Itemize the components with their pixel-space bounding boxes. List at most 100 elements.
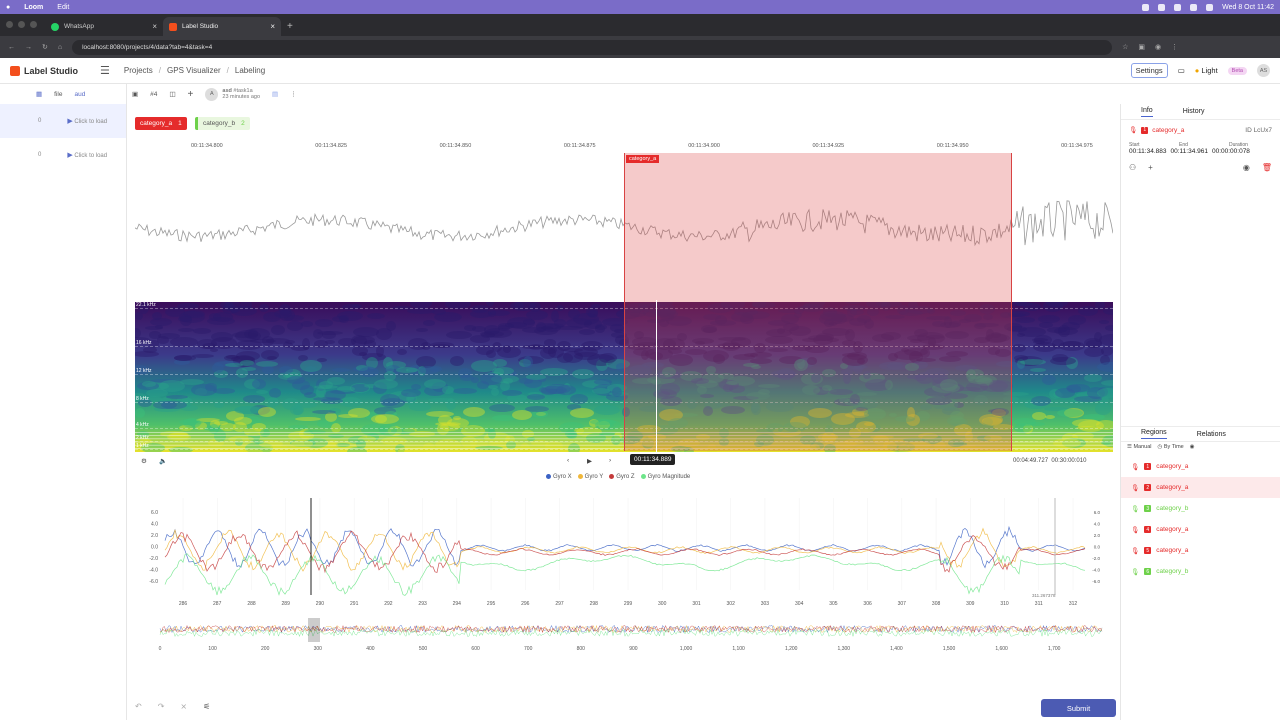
- breadcrumb-project[interactable]: GPS Visualizer: [167, 66, 221, 75]
- region-number: 5: [1144, 547, 1152, 554]
- column-file[interactable]: file: [54, 91, 62, 98]
- task-row[interactable]: 0 ▶ Click to load: [0, 104, 126, 138]
- overview-x-tick-label: 800: [577, 646, 586, 652]
- home-icon[interactable]: ⌂: [58, 44, 62, 51]
- tab-relations[interactable]: Relations: [1197, 431, 1226, 438]
- label-category-a[interactable]: category_a 1: [135, 117, 187, 130]
- legend-swatch: [577, 474, 583, 479]
- task-row[interactable]: 0 ▶ Click to load: [0, 138, 126, 172]
- menubar-clock[interactable]: Wed 8 Oct 11:42: [1222, 4, 1274, 11]
- legend-item[interactable]: Gyro Magnitude: [640, 474, 690, 480]
- visibility-icon[interactable]: ◉: [1190, 444, 1195, 450]
- region-row[interactable]: 🎙 2 category_a: [1121, 477, 1280, 498]
- settings-gear-icon[interactable]: ⚙: [141, 457, 147, 465]
- volume-icon[interactable]: 🔈: [159, 457, 167, 465]
- zoom-window-icon[interactable]: [30, 21, 37, 28]
- undo-icon[interactable]: ↶: [135, 702, 142, 711]
- load-audio-button[interactable]: ▶ Click to load: [67, 117, 107, 125]
- legend-item[interactable]: Gyro Y: [577, 474, 603, 480]
- annotation-tab[interactable]: A asd #task1a 23 minutes ago: [205, 87, 260, 101]
- load-audio-button[interactable]: ▶ Click to load: [67, 151, 107, 159]
- split-view-icon[interactable]: ◫: [169, 90, 175, 98]
- region-row[interactable]: 🎙 6 category_b: [1121, 561, 1280, 582]
- submit-button[interactable]: Submit: [1041, 699, 1116, 717]
- play-button[interactable]: ▶: [587, 457, 592, 465]
- address-bar[interactable]: localhost:8080/projects/4/data?tab=4&tas…: [72, 39, 1113, 55]
- close-window-icon[interactable]: [6, 21, 13, 28]
- wifi-icon[interactable]: [1190, 3, 1198, 11]
- menubar-edit[interactable]: Edit: [57, 4, 69, 11]
- sort-by-time[interactable]: ◷ By Time: [1158, 444, 1184, 450]
- delete-icon[interactable]: 🗑: [1262, 163, 1272, 172]
- region-row[interactable]: 🎙 4 category_a: [1121, 519, 1280, 540]
- close-tab-icon[interactable]: ×: [152, 22, 157, 31]
- grid-layout-icon[interactable]: ▣: [132, 90, 138, 98]
- skip-forward-icon[interactable]: ›: [609, 457, 611, 464]
- breadcrumb-projects[interactable]: Projects: [124, 66, 153, 75]
- status-icon[interactable]: [1174, 3, 1182, 11]
- overview-x-tick-label: 900: [629, 646, 638, 652]
- status-icon[interactable]: [1158, 3, 1166, 11]
- eye-icon[interactable]: ◉: [1243, 163, 1250, 172]
- playhead-line[interactable]: [656, 300, 657, 452]
- new-tab-icon[interactable]: +: [287, 21, 293, 32]
- link-icon[interactable]: ⚇: [1129, 163, 1136, 172]
- region-number: 1: [1144, 463, 1152, 470]
- close-tab-icon[interactable]: ×: [270, 22, 275, 31]
- back-icon[interactable]: ←: [8, 44, 15, 51]
- window-controls: [6, 21, 37, 28]
- overview-window-handle[interactable]: [308, 618, 320, 642]
- avatar: A: [205, 87, 219, 101]
- tab-info[interactable]: Info: [1141, 107, 1153, 117]
- x-tick-label: 308: [932, 601, 941, 607]
- apple-icon[interactable]: ●: [6, 4, 10, 11]
- extension-icon[interactable]: ▣: [1138, 43, 1145, 51]
- menubar-app[interactable]: Loom: [24, 4, 43, 11]
- label-category-b[interactable]: category_b 2: [195, 117, 250, 130]
- audio-timeline[interactable]: 00:11:34.800 00:11:34.825 00:11:34.850 00:1…: [135, 143, 1113, 153]
- redo-icon[interactable]: ↷: [158, 702, 165, 711]
- reset-icon[interactable]: ⨯: [180, 702, 187, 711]
- column-aud[interactable]: aud: [74, 91, 85, 98]
- region-row[interactable]: 🎙 3 category_b: [1121, 498, 1280, 519]
- mic-icon: 🎙: [1131, 526, 1140, 534]
- draft-icon[interactable]: ▤: [272, 90, 278, 98]
- x-tick-label: 304: [795, 601, 804, 607]
- sort-manual[interactable]: ☰ Manual: [1127, 444, 1152, 450]
- battery-icon[interactable]: [1206, 3, 1214, 11]
- region-info: 🎙 1 category_a ID LcUx7 Start End Durati…: [1121, 120, 1280, 172]
- tab-history[interactable]: History: [1183, 108, 1205, 115]
- region-row[interactable]: 🎙 5 category_a: [1121, 540, 1280, 561]
- audio-region-selected[interactable]: [624, 153, 1012, 451]
- add-annotation-icon[interactable]: +: [188, 89, 194, 100]
- app-logo[interactable]: Label Studio: [10, 65, 78, 76]
- menu-dots-icon[interactable]: ⋮: [1171, 43, 1178, 51]
- add-relation-icon[interactable]: +: [1148, 163, 1153, 172]
- status-icon[interactable]: [1142, 3, 1150, 11]
- bookmark-star-icon[interactable]: ☆: [1122, 43, 1128, 51]
- forward-icon[interactable]: →: [25, 44, 32, 51]
- browser-tab-label-studio[interactable]: Label Studio ×: [163, 17, 281, 36]
- settings-button[interactable]: Settings: [1130, 63, 1168, 78]
- tools-icon[interactable]: ⚟: [203, 702, 210, 711]
- browser-tab-whatsapp[interactable]: WhatsApp ×: [45, 17, 163, 36]
- region-row[interactable]: 🎙 1 category_a: [1121, 456, 1280, 477]
- minimize-window-icon[interactable]: [18, 21, 25, 28]
- profile-icon[interactable]: ◉: [1155, 43, 1161, 51]
- legend-item[interactable]: Gyro X: [546, 474, 572, 480]
- gyro-chart[interactable]: 6.0 6.0 4.0 4.0 2.0 2.0 0.0 0.0 -2.0 -2.0 -4.0 -4.0…: [140, 490, 1115, 610]
- layout-icon[interactable]: ▭: [1178, 66, 1185, 75]
- more-options-icon[interactable]: ⋮: [290, 90, 297, 98]
- skip-back-icon[interactable]: ‹: [567, 457, 569, 464]
- grid-view-icon[interactable]: ▦: [36, 90, 42, 98]
- reload-icon[interactable]: ↻: [42, 43, 48, 51]
- overview-x-tick-label: 300: [314, 646, 323, 652]
- gyro-overview-chart[interactable]: 0 100 200 300 400 500 600 700 800 900 1,000 1,100 1,…: [140, 616, 1115, 654]
- avatar[interactable]: AS: [1257, 64, 1270, 77]
- theme-toggle[interactable]: ● Light: [1195, 66, 1218, 75]
- y-tick-label-right: -2.0: [1092, 556, 1100, 561]
- overview-x-tick-label: 1,100: [732, 646, 745, 652]
- hamburger-menu-icon[interactable]: ☰: [100, 64, 110, 77]
- tab-regions[interactable]: Regions: [1141, 429, 1167, 439]
- legend-item[interactable]: Gyro Z: [609, 474, 635, 480]
